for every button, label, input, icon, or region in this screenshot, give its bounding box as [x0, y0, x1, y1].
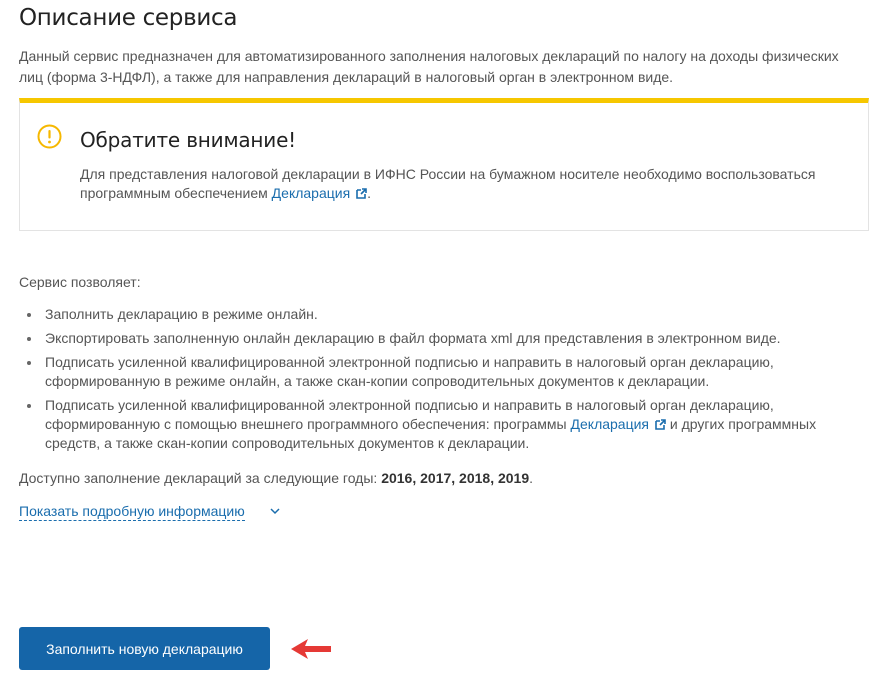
deklaracia-link-label: Декларация	[570, 416, 650, 432]
service-intro-text: Данный сервис предназначен для автоматиз…	[19, 48, 839, 85]
features-heading: Сервис позволяет:	[19, 274, 141, 290]
years-suffix: .	[529, 470, 534, 486]
page-title: Описание сервиса	[19, 5, 238, 31]
notice-text: Для представления налоговой декларации в…	[80, 165, 840, 203]
notice-text-part: Для представления налоговой декларации в…	[80, 166, 816, 201]
bullet-icon	[27, 404, 31, 408]
list-item: Подписать усиленной квалифицированной эл…	[19, 396, 859, 453]
list-item-text: Экспортировать заполненную онлайн деклар…	[45, 330, 781, 346]
external-link-icon	[655, 419, 666, 430]
red-arrow-icon	[291, 639, 331, 659]
years-values: 2016, 2017, 2018, 2019	[381, 470, 530, 486]
list-item: Заполнить декларацию в режиме онлайн.	[19, 305, 859, 324]
list-item: Подписать усиленной квалифицированной эл…	[19, 353, 859, 391]
notice-title: Обратите внимание!	[80, 128, 296, 152]
bullet-icon	[27, 361, 31, 365]
chevron-down-icon[interactable]	[270, 507, 280, 515]
fill-new-declaration-button[interactable]: Заполнить новую декларацию	[19, 627, 270, 670]
deklaracia-link[interactable]: Декларация	[571, 416, 667, 432]
deklaracia-link[interactable]: Декларация	[272, 185, 368, 201]
list-item-text: Подписать усиленной квалифицированной эл…	[45, 354, 774, 389]
deklaracia-link-label: Декларация	[271, 185, 351, 201]
warning-circle-icon	[37, 124, 62, 149]
list-item: Экспортировать заполненную онлайн деклар…	[19, 329, 859, 348]
show-more-info-toggle[interactable]: Показать подробную информацию	[19, 503, 245, 521]
years-label: Доступно заполнение деклараций за следую…	[19, 470, 382, 486]
bullet-icon	[27, 337, 31, 341]
bullet-icon	[27, 313, 31, 317]
list-item-text: Заполнить декларацию в режиме онлайн.	[45, 306, 318, 322]
features-list: Заполнить декларацию в режиме онлайн. Эк…	[19, 305, 859, 458]
notice-text-end: .	[367, 185, 372, 201]
available-years: Доступно заполнение деклараций за следую…	[19, 470, 533, 486]
external-link-icon	[356, 188, 367, 199]
notice-box: Обратите внимание! Для представления нал…	[19, 98, 869, 231]
